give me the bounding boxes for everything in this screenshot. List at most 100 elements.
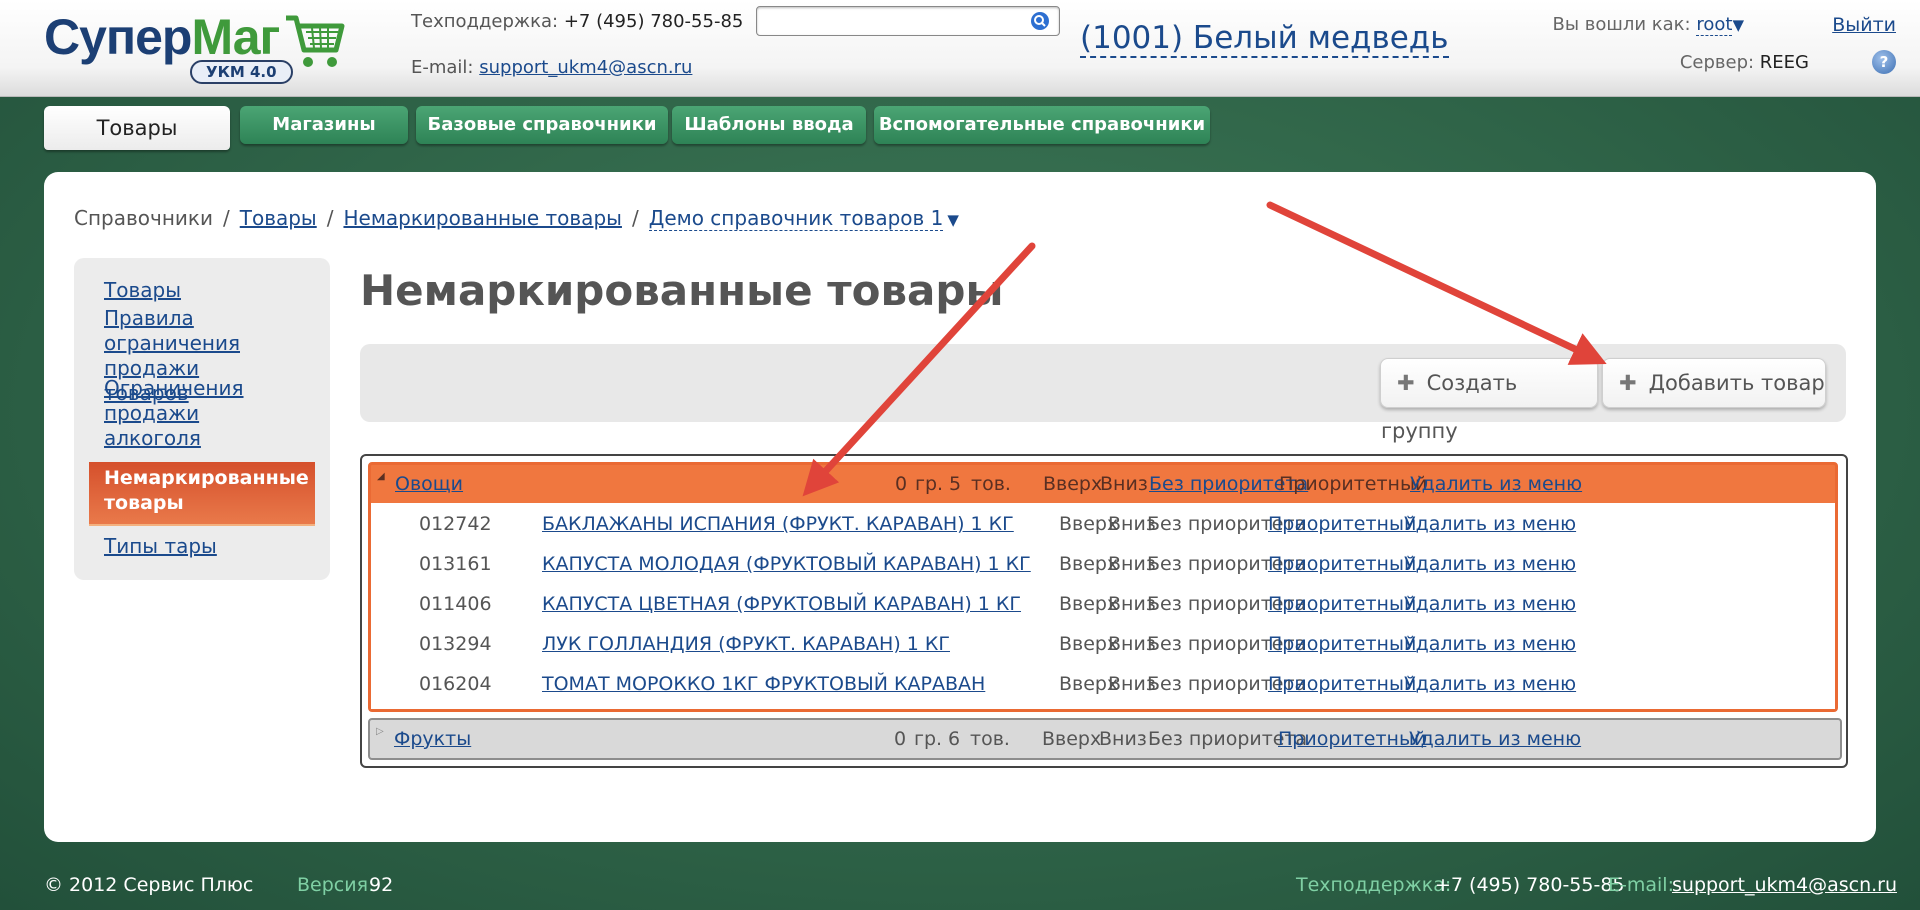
breadcrumb-catalog-selector[interactable]: Демо справочник товаров 1 [648,206,944,231]
collapse-triangle-icon[interactable]: ◢ [377,471,385,482]
plus-icon: ✚ [1619,371,1637,395]
priority-link[interactable]: Приоритетный [1268,633,1416,655]
chevron-down-icon[interactable]: ▼ [947,211,959,229]
footer-support-label: Техподдержка: [1296,874,1452,896]
group-row-fruits: ▷ Фрукты 0 гр. 6 тов. Вверх Вниз Без при… [368,718,1842,760]
help-icon[interactable]: ? [1872,50,1896,74]
group-items: 012742 БАКЛАЖАНЫ ИСПАНИЯ (ФРУКТ. КАРАВАН… [371,503,1835,709]
breadcrumb-root: Справочники [74,206,213,230]
item-code: 011406 [419,593,492,615]
version-label: Версия: [297,874,375,896]
server-name: REEG [1759,52,1809,73]
item-count: 5 [949,473,962,495]
chevron-down-icon[interactable]: ▼ [1732,16,1744,34]
table-row: 013294 ЛУК ГОЛЛАНДИЯ (ФРУКТ. КАРАВАН) 1 … [371,625,1835,665]
tab-stores[interactable]: Магазины [240,106,408,144]
priority-link[interactable]: Приоритетный [1268,593,1416,615]
group-name-link[interactable]: Овощи [395,473,463,495]
footer-email-label: E-mail: [1608,874,1674,896]
content-panel: Справочники / Товары / Немаркированные товар… [44,172,1876,842]
move-down-action: Вниз [1099,728,1147,750]
remove-from-menu-link[interactable]: Удалить из меню [1404,513,1576,535]
expand-triangle-icon[interactable]: ▷ [376,726,384,737]
shopping-cart-icon [286,15,345,67]
group-count: 0 [895,473,908,495]
server-label: Сервер: [1679,52,1755,73]
support-phone: +7 (495) 780-55-85 [563,11,744,32]
item-count: 6 [948,728,961,750]
item-unit: тов. [970,728,1010,750]
move-up-action: Вверх [1043,473,1103,495]
priority-link[interactable]: Приоритетный [1268,673,1416,695]
side-menu: Товары Правила ограничения продажи товар… [74,258,330,580]
add-item-label: Добавить товар [1648,371,1825,395]
table-row: 013161 КАПУСТА МОЛОДАЯ (ФРУКТОВЫЙ КАРАВА… [371,545,1835,585]
remove-from-menu-link[interactable]: Удалить из меню [1404,553,1576,575]
remove-from-menu-link[interactable]: Удалить из меню [1404,673,1576,695]
breadcrumb-goods[interactable]: Товары [240,206,317,230]
toolbar: ✚ Создать группу ✚ Добавить товар [360,344,1846,443]
logo-wordmark: СуперМаг [44,8,280,66]
tab-input-templates[interactable]: Шаблоны ввода [672,106,866,144]
app-logo[interactable]: СуперМаг УКМ 4.0 [44,8,354,88]
table-row: 012742 БАКЛАЖАНЫ ИСПАНИЯ (ФРУКТ. КАРАВАН… [371,505,1835,545]
plus-icon: ✚ [1397,371,1415,395]
create-group-button[interactable]: ✚ Создать группу [1380,358,1598,443]
store-selector[interactable]: (1001) Белый медведь [1080,20,1449,58]
support-email-link[interactable]: support_ukm4@ascn.ru [479,57,692,78]
search-input[interactable] [756,6,1060,36]
item-name-link[interactable]: ТОМАТ МОРОККО 1КГ ФРУКТОВЫЙ КАРАВАН [542,673,985,695]
move-down-action: Вниз [1100,473,1148,495]
move-up-action: Вверх [1042,728,1102,750]
table-row: 011406 КАПУСТА ЦВЕТНАЯ (ФРУКТОВЫЙ КАРАВА… [371,585,1835,625]
item-code: 013161 [419,553,492,575]
priority-link[interactable]: Приоритетный [1278,728,1426,750]
add-item-button[interactable]: ✚ Добавить товар [1602,358,1826,408]
item-code: 016204 [419,673,492,695]
remove-from-menu-link[interactable]: Удалить из меню [1410,473,1582,495]
item-name-link[interactable]: КАПУСТА МОЛОДАЯ (ФРУКТОВЫЙ КАРАВАН) 1 КГ [542,553,1031,575]
remove-from-menu-link[interactable]: Удалить из меню [1404,633,1576,655]
tab-aux-refs[interactable]: Вспомогательные справочники [874,106,1210,144]
support-email-label: E-mail: [411,57,474,78]
breadcrumb: Справочники / Товары / Немаркированные товар… [74,206,959,231]
sidebar-item-goods[interactable]: Товары [104,278,181,303]
footer-phone: +7 (495) 780-55-85 [1435,874,1625,896]
item-code: 013294 [419,633,492,655]
item-name-link[interactable]: КАПУСТА ЦВЕТНАЯ (ФРУКТОВЫЙ КАРАВАН) 1 КГ [542,593,1021,615]
search-icon[interactable] [1030,11,1050,31]
group-unit: гр. [914,728,943,750]
table-row: 016204 ТОМАТ МОРОККО 1КГ ФРУКТОВЫЙ КАРАВ… [371,665,1835,705]
breadcrumb-unmarked[interactable]: Немаркированные товары [343,206,621,230]
top-header: СуперМаг УКМ 4.0 Техподдержка: +7 (495) … [0,0,1920,97]
sidebar-item-alcohol[interactable]: Ограничения продажи алкоголя [104,376,294,451]
footer: © 2012 Сервис Плюс Версия: 92 Техподдерж… [0,868,1920,908]
group-count: 0 [894,728,907,750]
remove-from-menu-link[interactable]: Удалить из меню [1409,728,1581,750]
priority-link[interactable]: Приоритетный [1268,513,1416,535]
item-name-link[interactable]: ЛУК ГОЛЛАНДИЯ (ФРУКТ. КАРАВАН) 1 КГ [542,633,950,655]
tab-goods[interactable]: Товары [44,106,230,150]
sidebar-item-tare-types[interactable]: Типы тары [104,534,217,559]
support-phone-label: Техподдержка: [411,11,559,32]
user-menu[interactable]: root [1696,14,1733,36]
item-code: 012742 [419,513,492,535]
goods-tree: ◢ Овощи 0 гр. 5 тов. Вверх Вниз Без прио… [360,454,1848,768]
item-unit: тов. [971,473,1011,495]
priority-link[interactable]: Приоритетный [1268,553,1416,575]
group-name-link[interactable]: Фрукты [394,728,471,750]
support-contacts: Техподдержка: +7 (495) 780-55-85 E-mail:… [411,10,743,80]
sidebar-item-label: Немаркированные товары [104,467,309,514]
logo-word-b: Маг [191,9,280,65]
tab-base-refs[interactable]: Базовые справочники [416,106,668,144]
logged-in-label: Вы вошли как: [1552,14,1691,35]
page-title: Немаркированные товары [360,266,1004,315]
group-row-vegetables: ◢ Овощи 0 гр. 5 тов. Вверх Вниз Без прио… [368,462,1838,712]
copyright: © 2012 Сервис Плюс [44,874,254,896]
version-value: 92 [369,874,394,896]
remove-from-menu-link[interactable]: Удалить из меню [1404,593,1576,615]
footer-email-link[interactable]: support_ukm4@ascn.ru [1672,874,1897,896]
item-name-link[interactable]: БАКЛАЖАНЫ ИСПАНИЯ (ФРУКТ. КАРАВАН) 1 КГ [542,513,1014,535]
logout-link[interactable]: Выйти [1832,14,1896,36]
sidebar-item-unmarked[interactable]: Немаркированные товары [89,462,315,526]
